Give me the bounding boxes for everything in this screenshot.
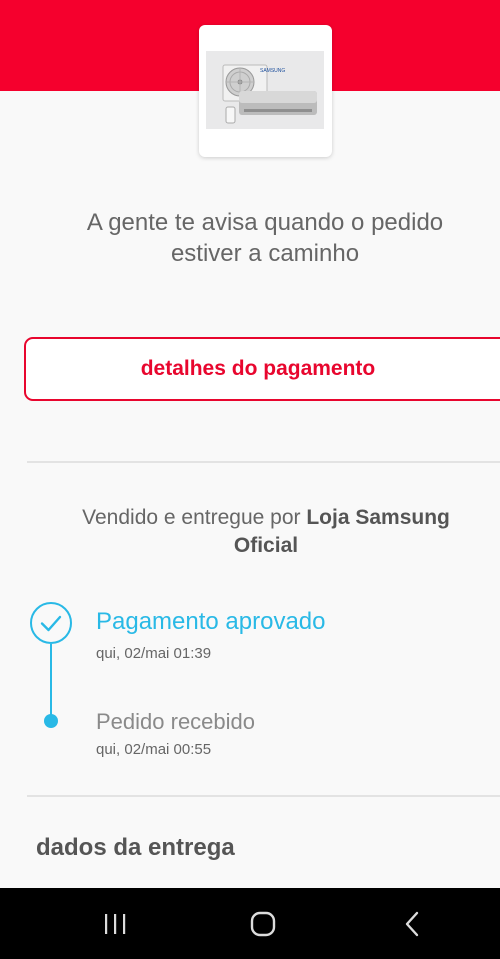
dot-icon [44,714,58,728]
step-time-order-received: qui, 02/mai 00:55 [96,741,212,758]
seller-name-1: Loja Samsung [306,506,450,529]
recent-apps-button[interactable] [85,888,145,959]
timeline-connector [50,644,52,720]
air-conditioner-product-image: SAMSUNG [206,51,324,129]
payment-details-label: detalhes do pagamento [140,357,376,380]
seller-info: Vendido e entregue por Loja Samsung Ofic… [40,504,492,560]
back-icon [405,911,419,936]
product-card[interactable]: SAMSUNG [199,25,332,157]
divider [27,461,500,463]
headline-line-1: A gente te avisa quando o pedido [86,209,444,236]
back-button[interactable] [383,888,443,959]
brand-label: SAMSUNG [260,68,285,74]
recent-apps-icon [105,913,126,934]
headline-line-2: estiver a caminho [170,240,360,267]
home-icon [250,911,276,936]
step-title-order-received: Pedido recebido [96,709,256,734]
payment-details-button[interactable]: detalhes do pagamento [24,337,500,401]
step-time-payment-approved: qui, 02/mai 01:39 [96,645,212,662]
seller-prefix: Vendido e entregue por [82,506,307,529]
check-icon [30,602,72,644]
divider [27,795,500,797]
seller-name-2: Oficial [233,534,299,557]
step-title-payment-approved: Pagamento aprovado [96,608,326,635]
delivery-section-title: dados da entrega [36,834,235,861]
home-button[interactable] [233,888,293,959]
system-nav-bar [0,888,500,959]
order-status-message: A gente te avisa quando o pedido estiver… [20,207,500,269]
